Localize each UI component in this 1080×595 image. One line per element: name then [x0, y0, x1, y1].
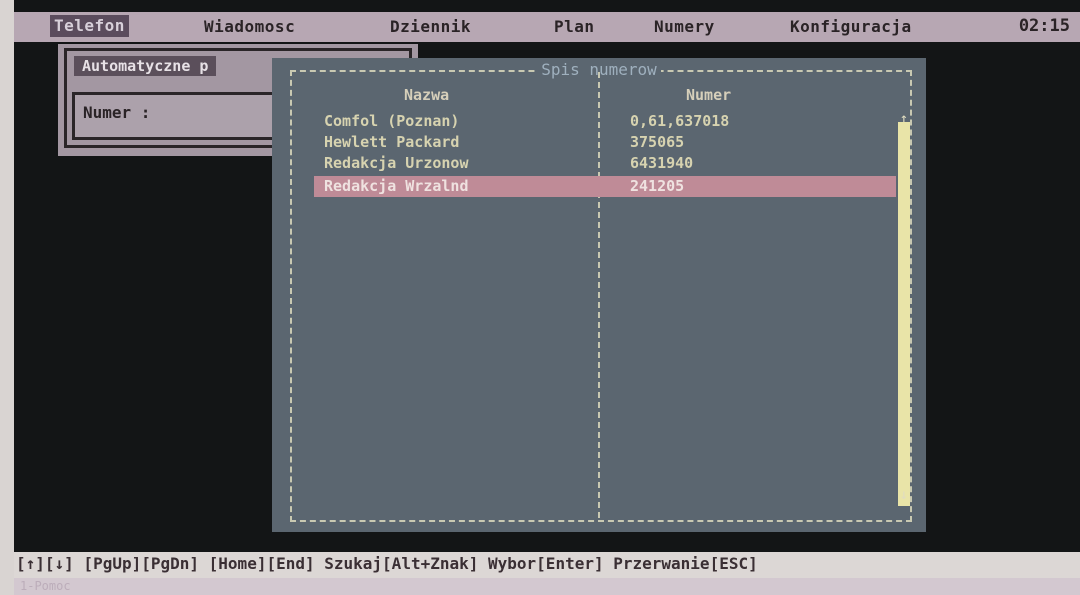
row-name: Comfol (Poznan): [324, 112, 460, 130]
scrollbar[interactable]: [898, 122, 910, 506]
status-bar: 1-Pomoc: [14, 578, 1080, 595]
menu-item-numery[interactable]: Numery: [654, 17, 715, 36]
list-row[interactable]: Hewlett Packard 375065: [314, 132, 896, 153]
phone-list-dialog: Spis numerow Nazwa Numer Comfol (Poznan)…: [272, 58, 926, 532]
clock: 02:15: [1018, 16, 1070, 36]
help-bar: [↑][↓] [PgUp][PgDn] [Home][End] Szukaj[A…: [14, 552, 1080, 578]
list-row[interactable]: Comfol (Poznan) 0,61,637018: [314, 111, 896, 132]
list-row[interactable]: Redakcja Urzonow 6431940: [314, 153, 896, 174]
number-field-label: Numer :: [83, 103, 151, 122]
menu-item-wiadomosc[interactable]: Wiadomosc: [204, 17, 295, 36]
menu-item-konfiguracja[interactable]: Konfiguracja: [790, 17, 912, 36]
list-row-selected[interactable]: Redakcja Wrzalnd 241205: [314, 176, 896, 197]
row-name: Hewlett Packard: [324, 133, 460, 151]
column-header-name: Nazwa: [404, 86, 450, 104]
menu-item-dziennik[interactable]: Dziennik: [390, 17, 471, 36]
terminal-screen: Telefon Wiadomosc Dziennik Plan Numery K…: [14, 0, 1080, 595]
row-number: 6431940: [630, 154, 694, 172]
row-name: Redakcja Wrzalnd: [324, 177, 469, 195]
menu-bar: Telefon Wiadomosc Dziennik Plan Numery K…: [14, 12, 1080, 42]
column-header-number: Numer: [686, 86, 732, 104]
row-number: 375065: [630, 133, 685, 151]
menu-item-plan[interactable]: Plan: [554, 17, 595, 36]
row-number: 0,61,637018: [630, 112, 730, 130]
status-text: 1-Pomoc: [20, 579, 71, 593]
row-number: 241205: [630, 177, 685, 195]
dialog-title: Automatyczne p: [74, 56, 217, 76]
row-name: Redakcja Urzonow: [324, 154, 469, 172]
key-help-text: [↑][↓] [PgUp][PgDn] [Home][End] Szukaj[A…: [16, 554, 758, 573]
menu-item-telefon[interactable]: Telefon: [50, 15, 129, 37]
scroll-down-arrow-icon[interactable]: ↓: [898, 488, 910, 502]
